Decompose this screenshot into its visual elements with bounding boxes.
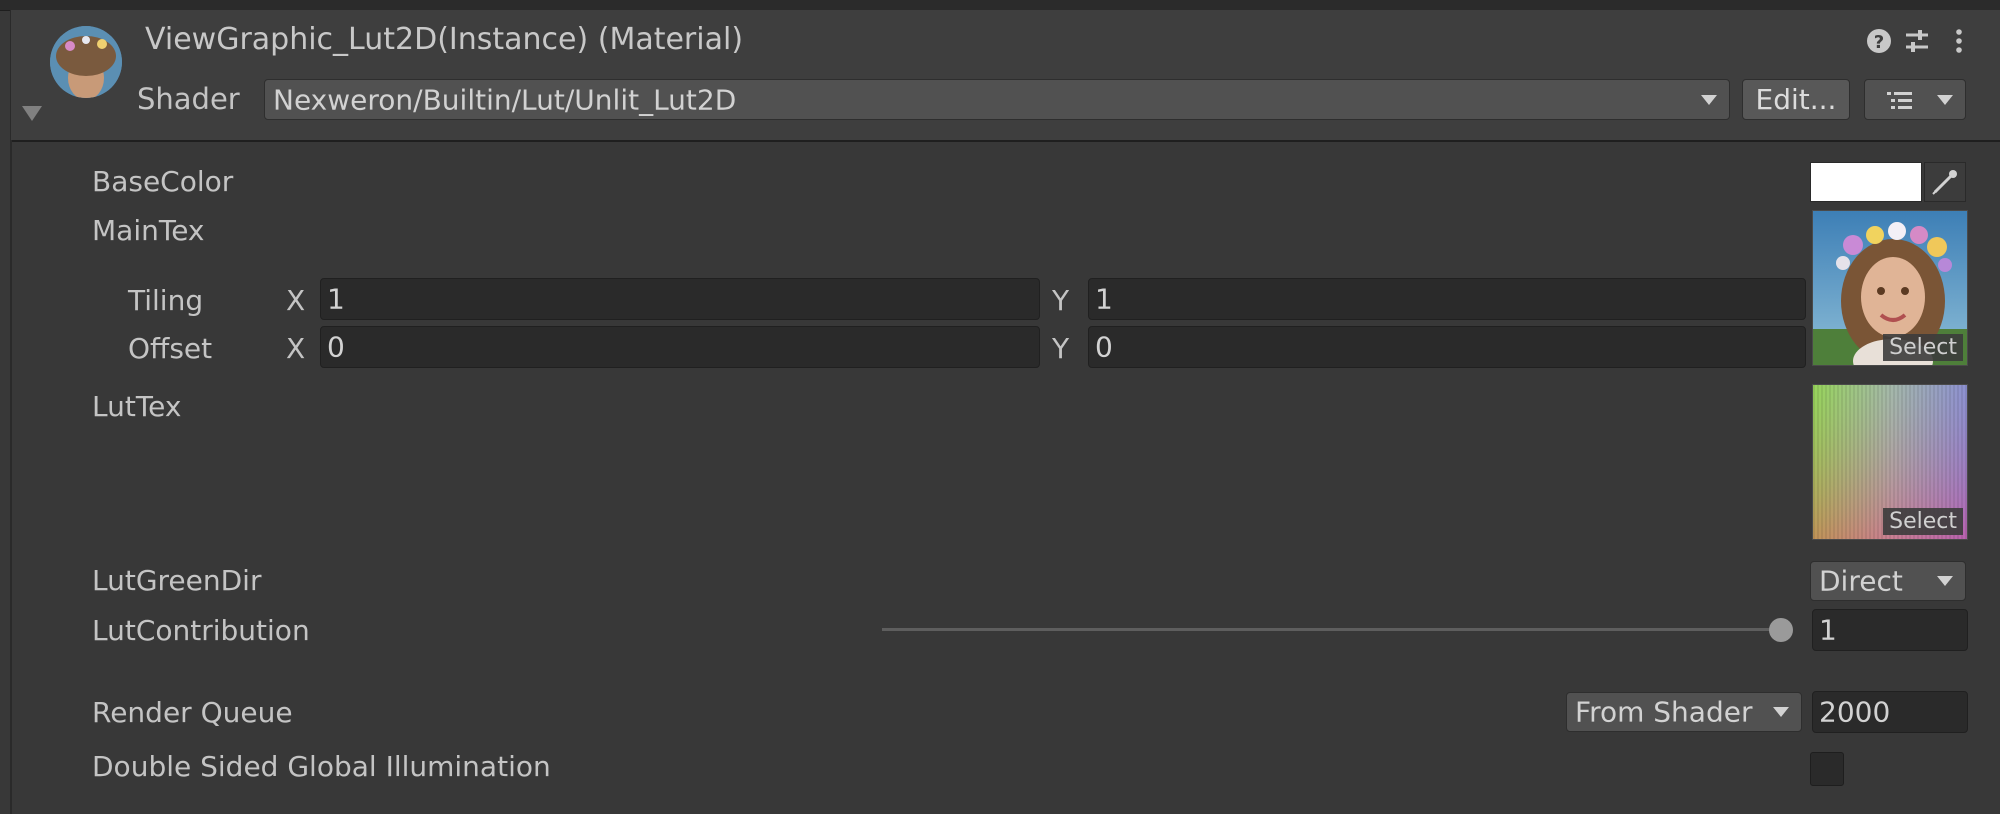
maintex-thumbnail[interactable]: Select [1812,210,1968,366]
luttex-thumbnail[interactable]: Select [1812,384,1968,540]
lutcontribution-value: 1 [1819,613,1837,647]
offset-y-value: 0 [1095,330,1113,364]
render-queue-mode-value: From Shader [1575,695,1753,729]
lutgreendir-value: Direct [1819,564,1903,598]
material-title: ViewGraphic_Lut2D(Instance) (Material) [145,22,744,57]
chevron-down-icon [1773,707,1789,717]
presets-icon[interactable] [1902,26,1932,56]
shader-options-dropdown[interactable] [1864,79,1966,120]
foldout-arrow-icon[interactable] [22,106,42,121]
lutcontribution-label: LutContribution [92,614,310,647]
offset-x-value: 0 [327,330,345,364]
basecolor-swatch[interactable] [1810,162,1922,202]
eyedropper-icon [1932,170,1957,195]
tiling-y-value: 1 [1095,282,1113,316]
offset-x-axis-label: X [286,332,306,365]
offset-y-field[interactable]: 0 [1088,326,1806,368]
lutgreendir-dropdown[interactable]: Direct [1810,561,1966,601]
lutcontribution-field[interactable]: 1 [1812,609,1968,651]
chevron-down-icon [1937,94,1953,105]
luttex-select-button[interactable]: Select [1883,508,1963,535]
render-queue-label: Render Queue [92,696,293,729]
tiling-y-field[interactable]: 1 [1088,278,1806,320]
svg-text:?: ? [1874,32,1884,53]
double-sided-gi-label: Double Sided Global Illumination [92,750,551,783]
luttex-label: LutTex [92,390,182,423]
tiling-x-field[interactable]: 1 [320,278,1040,320]
lutcontribution-slider-track[interactable] [882,628,1786,631]
basecolor-label: BaseColor [92,165,234,198]
tiling-label: Tiling [128,284,204,317]
edit-button[interactable]: Edit... [1742,79,1850,120]
kebab-menu-icon[interactable] [1944,26,1974,56]
tiling-y-axis-label: Y [1052,284,1070,317]
maintex-select-button[interactable]: Select [1883,334,1963,361]
render-queue-value: 2000 [1819,695,1891,729]
shader-dropdown[interactable]: Nexweron/Builtin/Lut/Unlit_Lut2D [264,79,1730,120]
render-queue-field[interactable]: 2000 [1812,691,1968,733]
left-border [10,140,12,814]
list-icon [1887,92,1912,109]
tiling-x-axis-label: X [286,284,306,317]
shader-value: Nexweron/Builtin/Lut/Unlit_Lut2D [273,83,737,116]
lutgreendir-label: LutGreenDir [92,564,262,597]
chevron-down-icon [1937,576,1953,586]
chevron-down-icon [1701,94,1717,105]
offset-y-axis-label: Y [1052,332,1070,365]
help-icon[interactable]: ? [1864,26,1894,56]
lutcontribution-slider-handle[interactable] [1769,618,1793,642]
offset-label: Offset [128,332,213,365]
eyedropper-button[interactable] [1924,162,1966,202]
maintex-label: MainTex [92,214,205,247]
offset-x-field[interactable]: 0 [320,326,1040,368]
render-queue-mode-dropdown[interactable]: From Shader [1566,692,1802,732]
material-preview-avatar [50,26,122,98]
double-sided-gi-checkbox[interactable] [1810,752,1844,786]
shader-label: Shader [137,82,240,116]
tiling-x-value: 1 [327,282,345,316]
